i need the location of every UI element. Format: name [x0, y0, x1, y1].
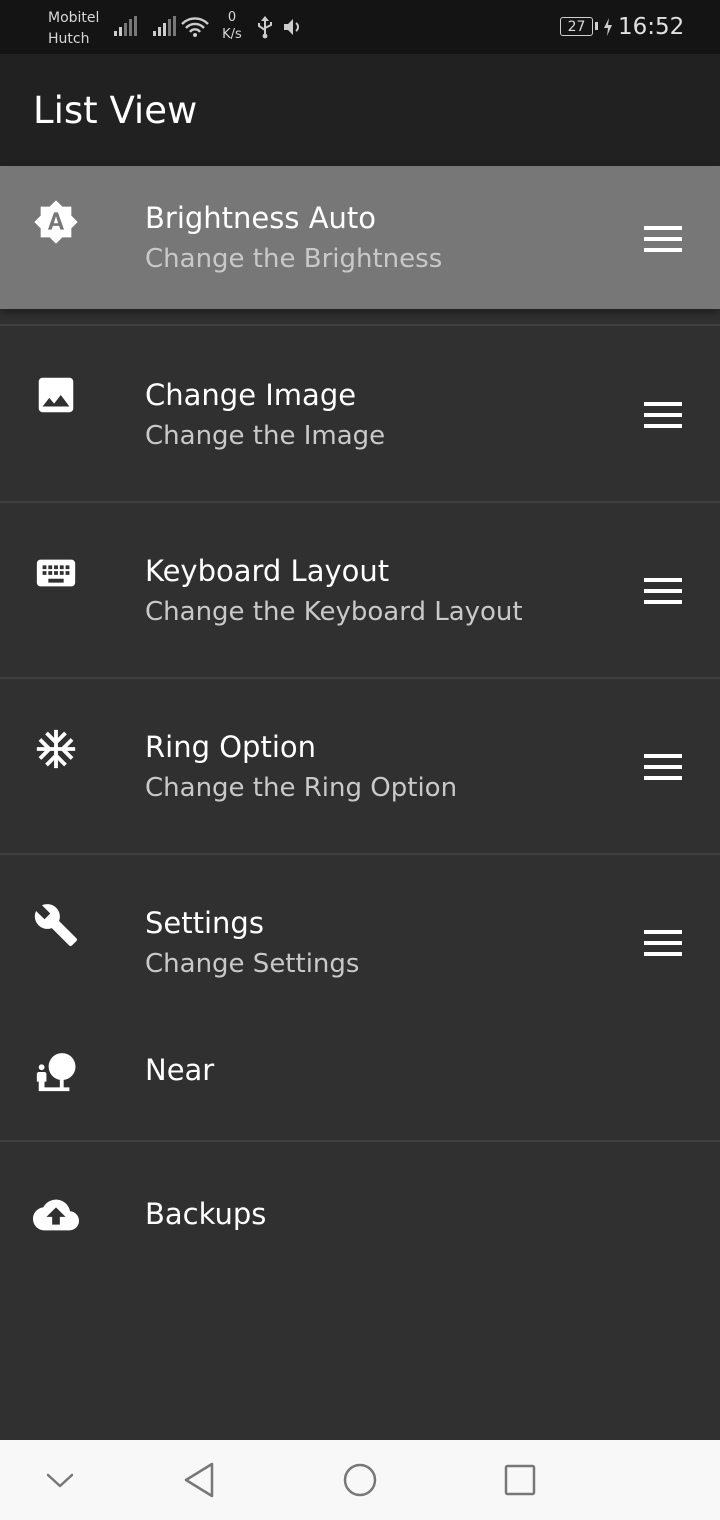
- app-bar: List View: [0, 54, 720, 166]
- brightness-auto-icon: [34, 200, 78, 244]
- list-item-ring-option[interactable]: Ring Option Change the Ring Option: [0, 679, 720, 853]
- drag-handle-icon[interactable]: [644, 578, 682, 604]
- volume-icon: [284, 19, 299, 35]
- drag-handle-icon[interactable]: [644, 930, 682, 956]
- list-item-subtitle: Change the Keyboard Layout: [145, 597, 523, 627]
- signal-strength-1-icon: [114, 16, 137, 36]
- recents-square-icon[interactable]: [480, 1440, 560, 1520]
- list-item-subtitle: Change the Image: [145, 421, 386, 451]
- list-item-title: Backups: [145, 1197, 267, 1231]
- network-speed: 0 K/s: [220, 9, 244, 43]
- status-bar: Mobitel Hutch 0 K/s 27 16:52: [0, 0, 720, 54]
- back-triangle-icon[interactable]: [160, 1440, 240, 1520]
- snowflake-icon: [36, 729, 76, 769]
- network-speed-unit: K/s: [222, 27, 242, 42]
- list-item-subtitle: Change the Ring Option: [145, 773, 458, 803]
- network-speed-value: 0: [227, 10, 237, 25]
- system-navigation-bar: [0, 1440, 720, 1520]
- list-item-title: Change Image: [145, 378, 357, 412]
- image-icon: [38, 377, 74, 413]
- carrier-info: Mobitel Hutch: [48, 8, 99, 50]
- wrench-icon: [34, 904, 78, 947]
- list-item-subtitle: Change Settings: [145, 949, 360, 979]
- chevron-down-icon[interactable]: [20, 1440, 100, 1520]
- drag-handle-icon[interactable]: [644, 402, 682, 428]
- list-item-keyboard-layout[interactable]: Keyboard Layout Change the Keyboard Layo…: [0, 503, 720, 677]
- list-item-near[interactable]: Near: [0, 1005, 720, 1140]
- keyboard-icon: [36, 559, 76, 587]
- drag-handle-icon[interactable]: [644, 226, 682, 252]
- signal-strength-2-icon: [153, 16, 176, 36]
- list-item-settings[interactable]: Settings Change Settings: [0, 855, 720, 1005]
- battery-indicator: 27: [560, 17, 593, 36]
- list-item-title: Settings: [145, 906, 264, 940]
- status-clock: 16:52: [618, 14, 685, 40]
- list-item-title: Brightness Auto: [145, 201, 377, 235]
- battery-tip: [595, 22, 598, 30]
- list-item-subtitle: Change the Brightness: [145, 244, 443, 274]
- usb-icon: [258, 16, 272, 39]
- drag-handle-icon[interactable]: [644, 754, 682, 780]
- list-item-brightness-auto[interactable]: Brightness Auto Change the Brightness: [0, 166, 720, 309]
- nature-people-icon: [36, 1053, 76, 1092]
- cloud-upload-icon: [33, 1199, 79, 1231]
- list-item-title: Ring Option: [145, 730, 316, 764]
- page-title: List View: [33, 89, 198, 132]
- wifi-icon: [181, 17, 209, 37]
- list-item-backups[interactable]: Backups: [0, 1142, 720, 1287]
- home-circle-icon[interactable]: [320, 1440, 400, 1520]
- list-item-title: Near: [145, 1053, 215, 1087]
- charging-icon: [604, 18, 612, 36]
- list-item-title: Keyboard Layout: [145, 554, 390, 588]
- list-item-change-image[interactable]: Change Image Change the Image: [0, 326, 720, 501]
- carrier-line-2: Hutch: [48, 31, 90, 47]
- carrier-line-1: Mobitel: [48, 10, 100, 26]
